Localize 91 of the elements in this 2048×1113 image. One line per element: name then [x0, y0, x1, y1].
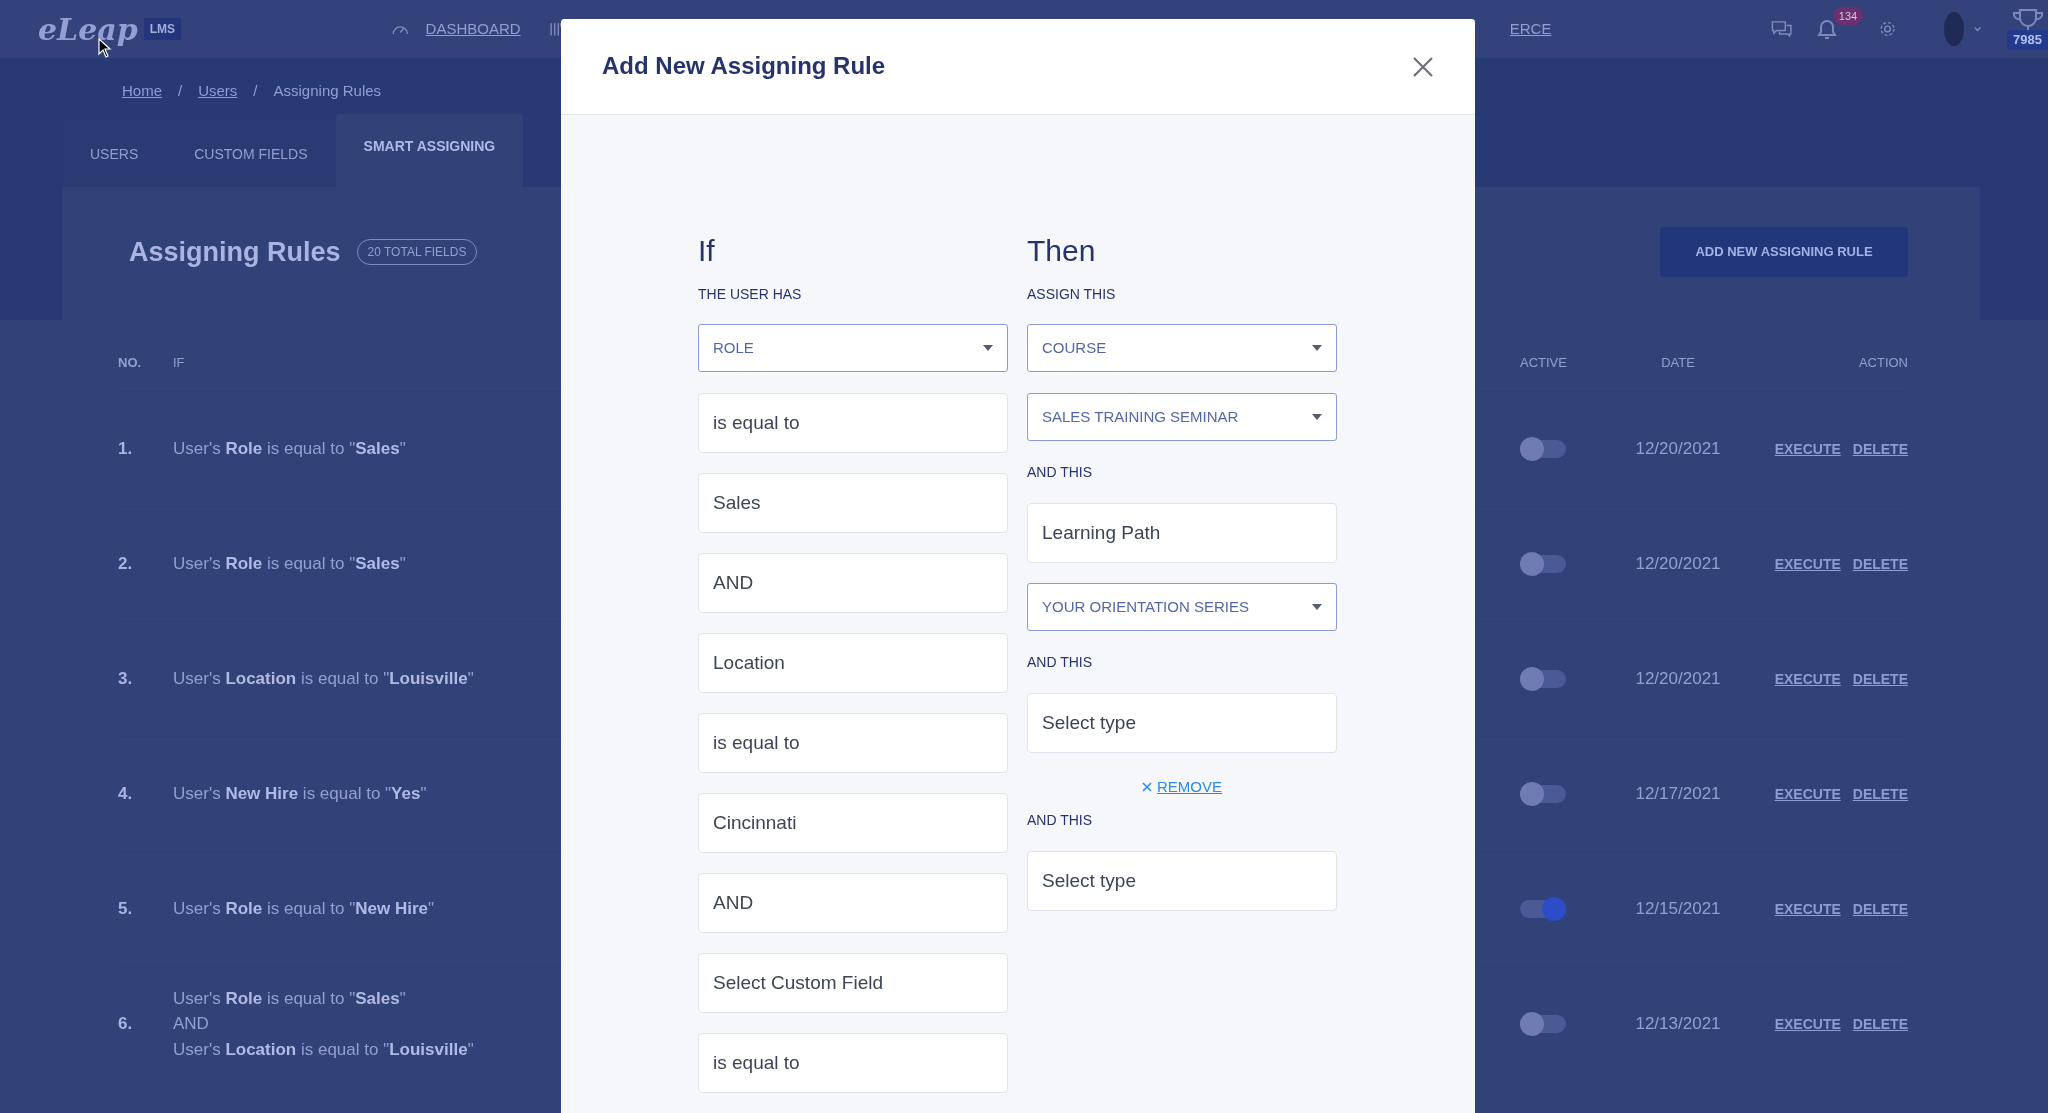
action-link[interactable]: EXECUTE: [1774, 438, 1841, 460]
action-link[interactable]: DELETE: [1852, 438, 1908, 460]
input-field[interactable]: Select type: [1027, 693, 1337, 753]
date-cell-text: 12/17/2021: [1635, 783, 1721, 806]
action-link[interactable]: EXECUTE: [1774, 668, 1841, 690]
remove-link[interactable]: REMOVE: [1142, 776, 1222, 799]
date-cell-text: 12/13/2021: [1635, 1013, 1721, 1036]
row-number: 3.: [118, 668, 133, 691]
modal-title: Add New Assigning Rule: [602, 52, 886, 81]
input-field[interactable]: Select Custom Field: [698, 953, 1008, 1013]
action-link[interactable]: EXECUTE: [1774, 1013, 1841, 1035]
toggle-switch[interactable]: [1520, 555, 1566, 573]
close-icon: [1142, 782, 1152, 793]
action-link[interactable]: EXECUTE: [1774, 553, 1841, 575]
row-number: 5.: [118, 898, 133, 921]
rule-condition: User's Role is equal to "Sales": [173, 438, 406, 461]
action-link[interactable]: DELETE: [1852, 668, 1908, 690]
tab[interactable]: SMART ASSIGNING: [335, 114, 524, 187]
input-field[interactable]: Cincinnati: [698, 793, 1008, 853]
nav-link[interactable]: DASHBOARD: [425, 17, 521, 41]
close-button[interactable]: [1411, 54, 1435, 79]
toggle-switch[interactable]: [1520, 1015, 1566, 1033]
breadcrumb-separator: /: [178, 81, 183, 101]
toggle-switch[interactable]: [1520, 440, 1566, 458]
dropdown[interactable]: SALES TRAINING SEMINAR: [1027, 393, 1337, 441]
action-link[interactable]: DELETE: [1852, 898, 1908, 920]
logo[interactable]: eLeap: [38, 6, 138, 52]
caret-icon: [983, 345, 993, 351]
caret-icon: [1312, 604, 1322, 610]
dropdown[interactable]: COURSE: [1027, 324, 1337, 372]
section-label: AND THIS: [1027, 463, 1093, 482]
section-label: AND THIS: [1027, 810, 1093, 830]
input-field[interactable]: Select type: [1027, 850, 1337, 911]
rule-condition: User's Location is equal to "Louisville": [173, 1038, 474, 1061]
action-link[interactable]: DELETE: [1852, 1013, 1908, 1035]
dropdown[interactable]: ROLE: [698, 324, 1008, 372]
caret-icon: [1312, 414, 1322, 420]
rule-condition: User's New Hire is equal to "Yes": [173, 783, 427, 806]
breadcrumb-separator: /: [253, 81, 258, 101]
page-title: Assigning Rules: [129, 235, 341, 269]
add-rule-button[interactable]: ADD NEW ASSIGNING RULE: [1660, 227, 1908, 277]
row-number: 2.: [118, 553, 133, 576]
action-link[interactable]: EXECUTE: [1774, 783, 1841, 805]
breadcrumb-link[interactable]: Users: [198, 80, 238, 122]
column-subheading: ASSIGN THIS: [1027, 285, 1117, 304]
column-header: ACTION: [1858, 354, 1908, 373]
logo-badge: LMS: [143, 18, 182, 40]
breadcrumb-current: Assigning Rules: [273, 81, 382, 101]
toggle-switch[interactable]: [1520, 785, 1566, 803]
column-header: NO.: [118, 354, 142, 373]
notification-count: 134: [1832, 6, 1864, 26]
input-field[interactable]: is equal to: [698, 713, 1008, 773]
rule-condition: User's Role is equal to "New Hire": [173, 898, 434, 921]
bell-icon[interactable]: [1814, 17, 1839, 42]
column-header: IF: [173, 354, 185, 373]
row-number: 4.: [118, 783, 133, 806]
input-field[interactable]: Sales: [698, 473, 1008, 533]
rule-condition: AND: [173, 1013, 209, 1036]
nav-link[interactable]: ERCE: [1509, 17, 1552, 41]
input-field[interactable]: Location: [698, 633, 1008, 693]
column-header: ACTIVE: [1520, 354, 1567, 373]
action-link[interactable]: EXECUTE: [1774, 898, 1841, 920]
row-number: 6.: [118, 1013, 133, 1036]
caret-icon: [1312, 345, 1322, 351]
avatar[interactable]: [1943, 12, 1964, 46]
caret-icon[interactable]: [1973, 26, 1982, 32]
points-badge: 7985: [2007, 30, 2048, 50]
rule-condition: User's Role is equal to "Sales": [173, 553, 406, 576]
column-header: DATE: [1661, 354, 1695, 373]
rule-condition: User's Location is equal to "Louisville": [173, 668, 474, 691]
input-field[interactable]: is equal to: [698, 1033, 1008, 1093]
date-cell-text: 12/15/2021: [1635, 898, 1721, 921]
row-number: 1.: [118, 438, 133, 461]
rule-condition: User's Role is equal to "Sales": [173, 987, 406, 1010]
date-cell-text: 12/20/2021: [1635, 668, 1721, 691]
column-subheading: THE USER HAS: [698, 285, 803, 304]
section-label: AND THIS: [1027, 653, 1093, 672]
action-link[interactable]: DELETE: [1852, 553, 1908, 575]
date-cell-text: 12/20/2021: [1635, 438, 1721, 461]
column-heading: Then: [1027, 236, 1097, 269]
toggle-switch[interactable]: [1520, 670, 1566, 688]
column-heading: If: [698, 236, 716, 269]
input-field[interactable]: Learning Path: [1027, 503, 1337, 563]
input-field[interactable]: AND: [698, 553, 1008, 613]
date-cell-text: 12/20/2021: [1635, 553, 1721, 576]
breadcrumb-link[interactable]: Home: [122, 80, 162, 122]
dropdown[interactable]: YOUR ORIENTATION SERIES: [1027, 583, 1337, 631]
input-field[interactable]: is equal to: [698, 393, 1008, 453]
input-field[interactable]: AND: [698, 873, 1008, 933]
toggle-switch[interactable]: [1520, 900, 1566, 918]
action-link[interactable]: DELETE: [1852, 783, 1908, 805]
